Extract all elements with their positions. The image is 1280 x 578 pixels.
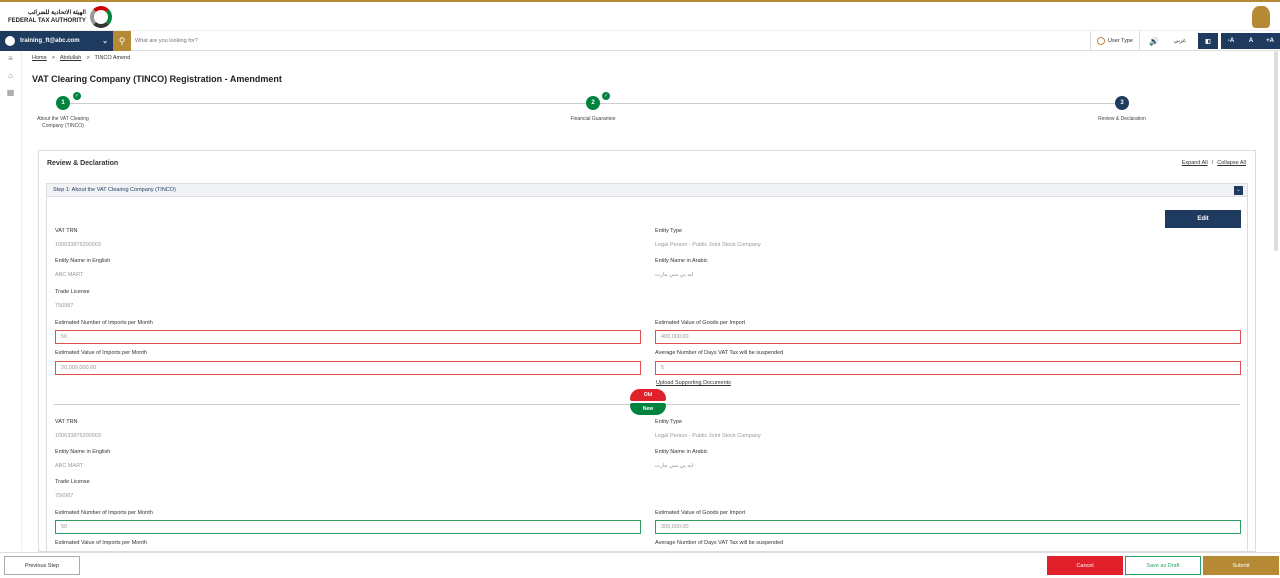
page-title: VAT Clearing Company (TINCO) Registratio… xyxy=(32,74,282,84)
upload-documents-link[interactable]: Upload Supporting Documents xyxy=(656,380,731,386)
uae-emblem-icon xyxy=(1252,6,1270,28)
old-days-label: Average Number of Days VAT Tax will be s… xyxy=(655,350,784,356)
contrast-icon: ◧ xyxy=(1205,38,1211,45)
old-entity-type-label: Entity Type xyxy=(655,228,683,234)
step-1-label: About the VAT Clearing Company (TINCO) xyxy=(37,116,89,129)
new-name-en-value: ABC MART xyxy=(55,463,84,469)
new-name-en-label: Entity Name in English xyxy=(55,449,111,455)
top-header: الهيئة الاتحادية للضرائب FEDERAL TAX AUT… xyxy=(0,0,1280,31)
expand-collapse-separator: / xyxy=(1211,160,1214,166)
cancel-button[interactable]: Cancel xyxy=(1047,556,1123,575)
old-imports-label: Estimated Number of Imports per Month xyxy=(55,320,153,326)
action-footer: Previous Step Cancel Save as Draft Submi… xyxy=(0,552,1280,578)
step-3-label: Review & Declaration xyxy=(1098,116,1146,122)
old-name-en-value: ABC MART xyxy=(55,272,84,278)
user-type-button[interactable]: User Type xyxy=(1090,31,1140,51)
new-days-label: Average Number of Days VAT Tax will be s… xyxy=(655,540,784,546)
breadcrumb-user[interactable]: Abdullah xyxy=(60,55,81,61)
breadcrumb-current: TINCO Amend xyxy=(94,55,131,61)
home-icon[interactable]: ⌂ xyxy=(6,72,15,80)
step-3-circle[interactable]: 3 xyxy=(1115,96,1129,110)
accordion-title: Step 1: About the VAT Clearing Company (… xyxy=(53,187,176,193)
new-trade-label: Trade License xyxy=(55,479,90,485)
breadcrumb-separator-icon: > xyxy=(86,55,90,61)
old-trade-value: 756987 xyxy=(55,303,74,309)
new-name-ar-label: Entity Name in Arabic xyxy=(655,449,708,455)
new-entity-type-label: Entity Type xyxy=(655,419,683,425)
user-avatar-icon xyxy=(5,36,15,46)
font-increase-button[interactable]: +A xyxy=(1260,33,1280,49)
old-vat-trn-value: 100633876200003 xyxy=(55,242,101,248)
old-value-field: 20,000,000.00 xyxy=(55,361,641,375)
old-vat-trn-label: VAT TRN xyxy=(55,228,78,234)
old-value-label: Estimated Value of Imports per Month xyxy=(55,350,147,356)
user-menu[interactable]: training_ft@abc.com ⌄ xyxy=(0,31,113,51)
expand-all-link[interactable]: Expand All xyxy=(1182,160,1208,166)
page-scrollbar[interactable] xyxy=(1274,51,1278,251)
accordion-step-1[interactable]: Step 1: About the VAT Clearing Company (… xyxy=(46,183,1248,197)
old-imports-field: 50 xyxy=(55,330,641,344)
new-imports-label: Estimated Number of Imports per Month xyxy=(55,510,153,516)
old-goods-label: Estimated Value of Goods per Import xyxy=(655,320,746,326)
search-icon: ⚲ xyxy=(118,35,126,46)
previous-step-button[interactable]: Previous Step xyxy=(4,556,80,575)
step-2-circle[interactable]: 2 xyxy=(586,96,600,110)
check-icon: ✓ xyxy=(602,92,610,100)
old-badge: Old xyxy=(630,389,666,401)
collapse-all-link[interactable]: Collapse All xyxy=(1217,160,1246,166)
search-button[interactable]: ⚲ xyxy=(113,31,131,51)
step-2-label: Financial Guarantee xyxy=(570,116,616,122)
breadcrumb-separator-icon: > xyxy=(51,55,55,61)
old-name-en-label: Entity Name in English xyxy=(55,258,111,264)
font-decrease-button[interactable]: -A xyxy=(1221,33,1241,49)
new-imports-field: 50 xyxy=(55,520,641,534)
new-badge: New xyxy=(630,403,666,415)
edit-button[interactable]: Edit xyxy=(1165,210,1241,228)
user-type-icon xyxy=(1097,37,1105,45)
old-goods-field: 400,000.00 xyxy=(655,330,1241,344)
stepper-line xyxy=(70,103,592,104)
new-trade-value: 756987 xyxy=(55,493,74,499)
dashboard-icon[interactable]: ▦ xyxy=(6,89,15,97)
speaker-icon: 🔊 xyxy=(1149,36,1159,46)
user-email: training_ft@abc.com xyxy=(20,38,80,44)
old-entity-type-value: Legal Person - Public Joint Stock Compan… xyxy=(655,242,761,248)
new-vat-trn-value: 100633876200003 xyxy=(55,433,101,439)
contrast-toggle[interactable]: ◧ xyxy=(1198,33,1218,49)
check-icon: ✓ xyxy=(73,92,81,100)
old-days-field: 5 xyxy=(655,361,1241,375)
menu-icon[interactable]: ≡ xyxy=(6,55,15,63)
submit-button[interactable]: Submit xyxy=(1203,556,1279,575)
user-type-label: User Type xyxy=(1108,38,1133,44)
new-goods-field: 300,000.00 xyxy=(655,520,1241,534)
left-sidebar: ≡ ⌂ ▦ xyxy=(0,51,22,551)
panel-title: Review & Declaration xyxy=(47,160,119,167)
chevron-down-icon[interactable]: ⌄ xyxy=(1234,186,1243,195)
logo-arabic-text: الهيئة الاتحادية للضرائب xyxy=(27,10,86,16)
fta-logo-mark-icon xyxy=(89,6,112,28)
breadcrumb: Home > Abdullah > TINCO Amend xyxy=(32,55,130,61)
new-name-ar-value: ايه بي سي مارت xyxy=(655,463,694,469)
breadcrumb-home[interactable]: Home xyxy=(32,55,47,61)
stepper-line xyxy=(600,103,1120,104)
step-1-circle[interactable]: 1 xyxy=(56,96,70,110)
font-normal-button[interactable]: A xyxy=(1241,33,1261,49)
new-vat-trn-label: VAT TRN xyxy=(55,419,78,425)
save-draft-button[interactable]: Save as Draft xyxy=(1125,556,1201,575)
old-trade-label: Trade License xyxy=(55,289,90,295)
old-name-ar-label: Entity Name in Arabic xyxy=(655,258,708,264)
new-goods-label: Estimated Value of Goods per Import xyxy=(655,510,746,516)
expand-collapse-links: Expand All / Collapse All xyxy=(1182,160,1246,166)
nav-bar: training_ft@abc.com ⌄ ⚲ User Type 🔊 عربي… xyxy=(0,31,1280,51)
chevron-down-icon: ⌄ xyxy=(102,38,108,45)
fta-logo[interactable]: الهيئة الاتحادية للضرائب FEDERAL TAX AUT… xyxy=(8,6,112,28)
old-name-ar-value: ايه بي سي مارت xyxy=(655,272,694,278)
search-input[interactable] xyxy=(135,35,735,47)
logo-english-text: FEDERAL TAX AUTHORITY xyxy=(8,18,86,24)
text-to-speech-button[interactable]: 🔊 xyxy=(1143,31,1165,51)
new-value-label: Estimated Value of Imports per Month xyxy=(55,540,147,546)
language-toggle[interactable]: عربي xyxy=(1168,31,1192,51)
new-entity-type-value: Legal Person - Public Joint Stock Compan… xyxy=(655,433,761,439)
